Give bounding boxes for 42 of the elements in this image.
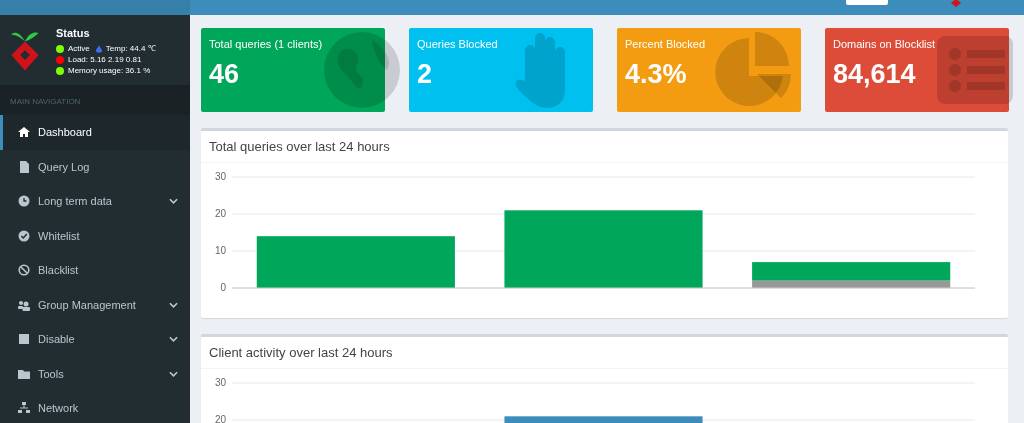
- users-icon: [18, 298, 30, 311]
- nav-item[interactable]: Network: [0, 391, 190, 423]
- stat-title: Percent Blocked: [625, 38, 706, 50]
- stat-value: 46: [209, 59, 241, 90]
- document-icon: [18, 160, 30, 173]
- status-text: Load: 5.16 2.19 0.81: [68, 54, 142, 65]
- stat-value: 4.3%: [625, 59, 688, 90]
- y-tick-label: 30: [214, 377, 226, 388]
- nav-item[interactable]: Blacklist: [0, 253, 190, 288]
- nav-item[interactable]: Dashboard: [0, 115, 190, 150]
- nav-item[interactable]: Disable: [0, 322, 190, 357]
- y-tick-label: 20: [214, 208, 226, 219]
- stat-title: Queries Blocked: [417, 38, 498, 50]
- panel-title: Total queries over last 24 hours: [201, 131, 1008, 163]
- y-tick-label: 10: [214, 245, 226, 256]
- top-bar-control[interactable]: [846, 0, 888, 5]
- y-tick-label: 30: [214, 171, 226, 182]
- nav-item[interactable]: Query Log: [0, 149, 190, 184]
- y-tick-label: 0: [220, 282, 226, 293]
- stat-value: 84,614: [833, 59, 917, 90]
- droplet-icon: [95, 44, 102, 53]
- nav-item[interactable]: Tools: [0, 356, 190, 391]
- y-tick-label: 20: [214, 414, 226, 423]
- check-circle-icon: [18, 229, 30, 242]
- status-text: Memory usage: 36.1 %: [68, 65, 151, 76]
- stat-title: Total queries (1 clients): [209, 38, 323, 50]
- network-icon: [18, 402, 30, 415]
- ban-icon: [18, 264, 30, 277]
- nav-item[interactable]: Long term data: [0, 184, 190, 219]
- square-icon: [18, 333, 30, 346]
- stat-value: 2: [417, 59, 434, 90]
- nav-item[interactable]: Group Management: [0, 287, 190, 322]
- stat-title: Domains on Blocklist: [833, 38, 936, 50]
- panel-title: Client activity over last 24 hours: [201, 337, 1008, 369]
- status-text: Active: [68, 43, 90, 54]
- home-icon: [18, 126, 30, 139]
- nav-section-header: MAIN NAVIGATION: [0, 85, 190, 115]
- nav-item[interactable]: Whitelist: [0, 218, 190, 253]
- temperature-text: Temp: 44.4 ℃: [105, 43, 156, 54]
- status-title: Status: [56, 27, 91, 39]
- clock-icon: [18, 195, 30, 208]
- folder-icon: [18, 367, 30, 380]
